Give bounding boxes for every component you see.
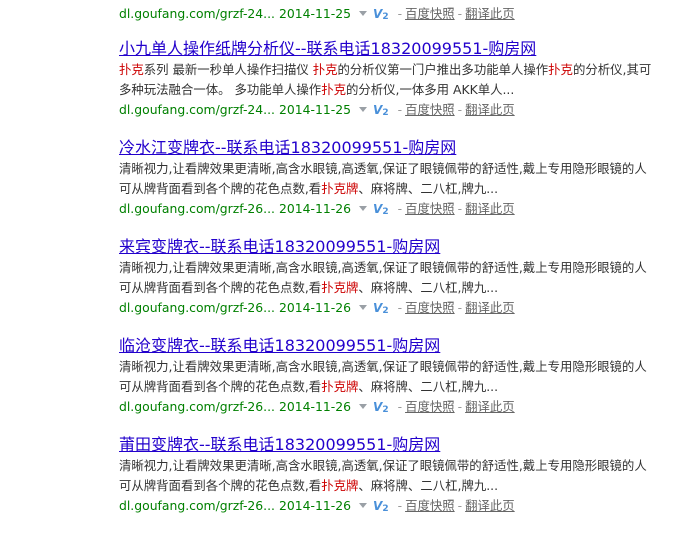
- separator: -: [397, 498, 403, 513]
- cache-link[interactable]: 百度快照: [405, 6, 455, 21]
- result-meta: dl.goufang.com/grzf-26... 2014-11-26 V2- 百度…: [119, 298, 659, 321]
- cache-link[interactable]: 百度快照: [405, 399, 455, 414]
- result-item: 临沧变牌衣--联系电话18320099551-购房网 清晰视力,让看牌效果更清晰…: [119, 336, 659, 420]
- result-url[interactable]: dl.goufang.com/grzf-26...: [119, 399, 275, 414]
- cache-link[interactable]: 百度快照: [405, 102, 455, 117]
- translate-link[interactable]: 翻译此页: [465, 102, 515, 117]
- result-item: 来宾变牌衣--联系电话18320099551-购房网 清晰视力,让看牌效果更清晰…: [119, 237, 659, 321]
- verified-v2-icon[interactable]: V2: [373, 4, 389, 27]
- verified-v2-icon[interactable]: V2: [373, 397, 389, 420]
- highlighted-keyword: 扑克牌: [321, 379, 359, 394]
- separator: -: [457, 300, 463, 315]
- result-abstract: 清晰视力,让看牌效果更清晰,高含水眼镜,高透氧,保证了眼镜佩带的舒适性,戴上专用…: [119, 161, 647, 196]
- result-meta: dl.goufang.com/grzf-26... 2014-11-26 V2- 百度…: [119, 496, 659, 519]
- result-url[interactable]: dl.goufang.com/grzf-24...: [119, 6, 275, 21]
- result-date: 2014-11-26: [279, 399, 352, 414]
- verified-v2-icon[interactable]: V2: [373, 100, 389, 123]
- result-title-link[interactable]: 小九单人操作纸牌分析仪--联系电话18320099551-购房网: [119, 39, 659, 59]
- separator: -: [397, 201, 403, 216]
- result-item: 冷水江变牌衣--联系电话18320099551-购房网 清晰视力,让看牌效果更清…: [119, 138, 659, 222]
- chevron-down-icon[interactable]: [359, 11, 368, 16]
- translate-link[interactable]: 翻译此页: [465, 6, 515, 21]
- result-meta: dl.goufang.com/grzf-26... 2014-11-26 V2- 百度…: [119, 199, 659, 222]
- separator: -: [397, 102, 403, 117]
- highlighted-keyword: 扑克: [321, 82, 346, 97]
- result-meta: dl.goufang.com/grzf-26... 2014-11-26 V2- 百度…: [119, 397, 659, 420]
- separator: -: [457, 399, 463, 414]
- result-url[interactable]: dl.goufang.com/grzf-26...: [119, 498, 275, 513]
- result-partial-top: dl.goufang.com/grzf-24... 2014-11-25 V2- 百度…: [119, 4, 515, 27]
- result-date: 2014-11-25: [279, 6, 352, 21]
- result-title-link[interactable]: 冷水江变牌衣--联系电话18320099551-购房网: [119, 138, 659, 158]
- separator: -: [397, 399, 403, 414]
- result-url[interactable]: dl.goufang.com/grzf-26...: [119, 201, 275, 216]
- result-date: 2014-11-25: [279, 102, 352, 117]
- result-title-link[interactable]: 来宾变牌衣--联系电话18320099551-购房网: [119, 237, 659, 257]
- separator: -: [457, 102, 463, 117]
- chevron-down-icon[interactable]: [359, 404, 368, 409]
- result-url[interactable]: dl.goufang.com/grzf-24...: [119, 102, 275, 117]
- highlighted-keyword: 扑克: [548, 62, 573, 77]
- result-item: 莆田变牌衣--联系电话18320099551-购房网 清晰视力,让看牌效果更清晰…: [119, 435, 659, 519]
- separator: -: [457, 201, 463, 216]
- highlighted-keyword: 扑克牌: [321, 181, 359, 196]
- result-abstract: 清晰视力,让看牌效果更清晰,高含水眼镜,高透氧,保证了眼镜佩带的舒适性,戴上专用…: [119, 260, 647, 295]
- result-meta: dl.goufang.com/grzf-24... 2014-11-25 V2- 百度…: [119, 100, 659, 123]
- result-abstract: 清晰视力,让看牌效果更清晰,高含水眼镜,高透氧,保证了眼镜佩带的舒适性,戴上专用…: [119, 359, 647, 394]
- highlighted-keyword: 扑克牌: [321, 280, 359, 295]
- result-title-link[interactable]: 临沧变牌衣--联系电话18320099551-购房网: [119, 336, 659, 356]
- translate-link[interactable]: 翻译此页: [465, 498, 515, 513]
- verified-v2-icon[interactable]: V2: [373, 496, 389, 519]
- separator: -: [397, 6, 403, 21]
- result-item: 小九单人操作纸牌分析仪--联系电话18320099551-购房网 扑克系列 最新…: [119, 39, 659, 123]
- translate-link[interactable]: 翻译此页: [465, 399, 515, 414]
- translate-link[interactable]: 翻译此页: [465, 201, 515, 216]
- result-abstract: 扑克系列 最新一秒单人操作扫描仪 扑克的分析仪第一门户推出多功能单人操作扑克的分…: [119, 62, 652, 97]
- cache-link[interactable]: 百度快照: [405, 300, 455, 315]
- result-url[interactable]: dl.goufang.com/grzf-26...: [119, 300, 275, 315]
- result-meta: dl.goufang.com/grzf-24... 2014-11-25 V2- 百度…: [119, 4, 515, 27]
- result-date: 2014-11-26: [279, 300, 352, 315]
- cache-link[interactable]: 百度快照: [405, 498, 455, 513]
- highlighted-keyword: 扑克: [119, 62, 144, 77]
- result-date: 2014-11-26: [279, 201, 352, 216]
- chevron-down-icon[interactable]: [359, 305, 368, 310]
- verified-v2-icon[interactable]: V2: [373, 298, 389, 321]
- cache-link[interactable]: 百度快照: [405, 201, 455, 216]
- result-title-link[interactable]: 莆田变牌衣--联系电话18320099551-购房网: [119, 435, 659, 455]
- separator: -: [457, 498, 463, 513]
- verified-v2-icon[interactable]: V2: [373, 199, 389, 222]
- separator: -: [457, 6, 463, 21]
- result-date: 2014-11-26: [279, 498, 352, 513]
- chevron-down-icon[interactable]: [359, 206, 368, 211]
- translate-link[interactable]: 翻译此页: [465, 300, 515, 315]
- highlighted-keyword: 扑克: [312, 62, 338, 77]
- highlighted-keyword: 扑克牌: [321, 478, 359, 493]
- result-abstract: 清晰视力,让看牌效果更清晰,高含水眼镜,高透氧,保证了眼镜佩带的舒适性,戴上专用…: [119, 458, 647, 493]
- chevron-down-icon[interactable]: [359, 107, 368, 112]
- chevron-down-icon[interactable]: [359, 503, 368, 508]
- separator: -: [397, 300, 403, 315]
